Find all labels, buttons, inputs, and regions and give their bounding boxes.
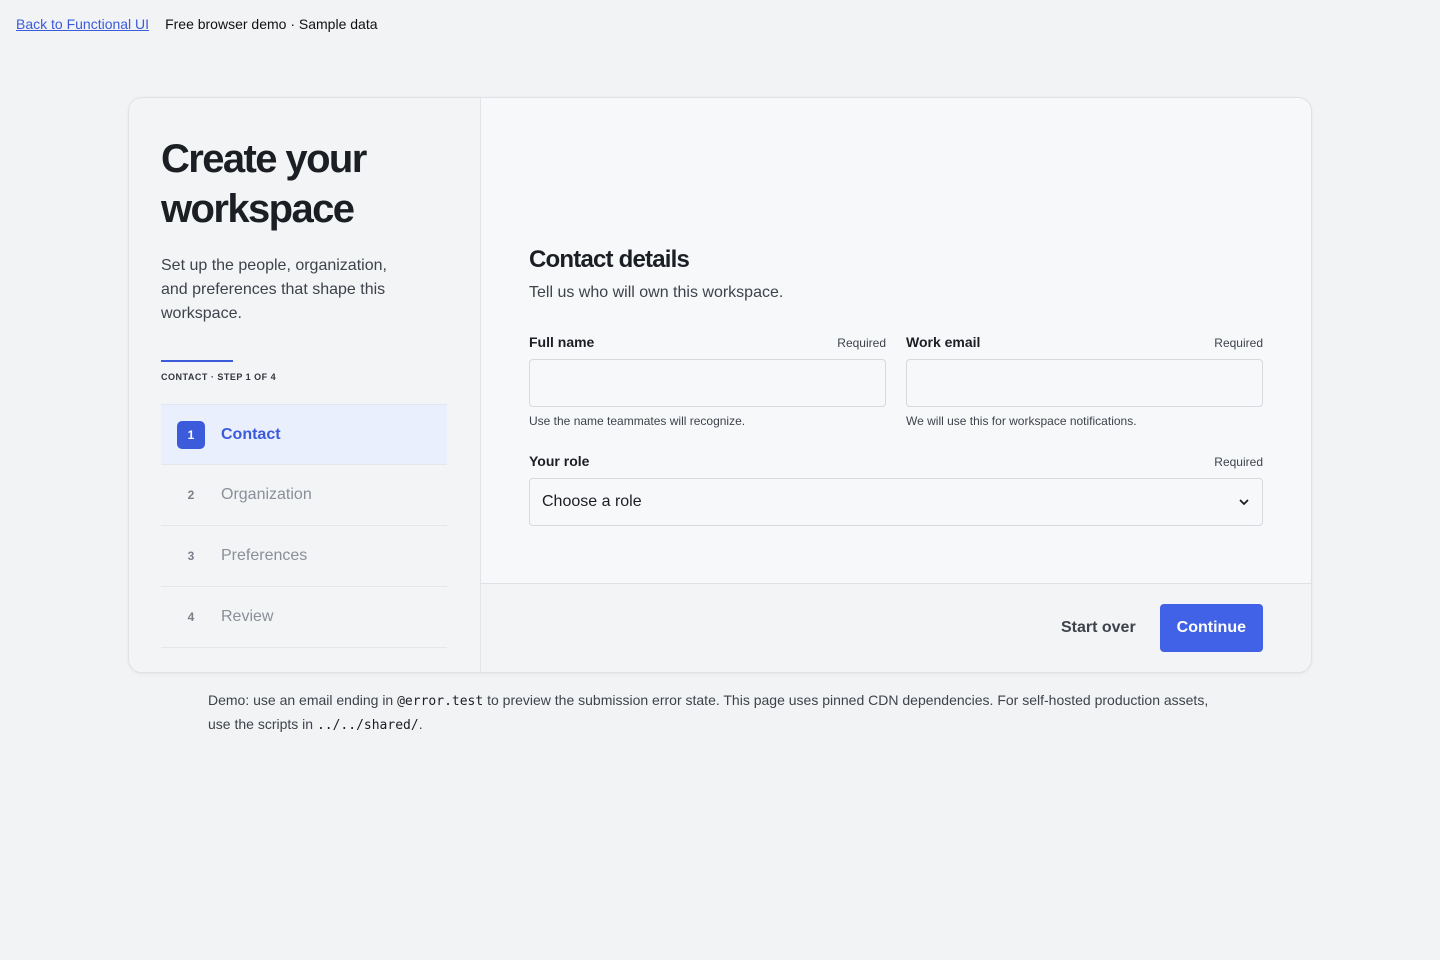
topbar: Back to Functional UI Free browser demo … [16, 16, 378, 32]
demo-note: Demo: use an email ending in @error.test… [208, 689, 1218, 737]
back-link[interactable]: Back to Functional UI [16, 16, 149, 32]
step-review[interactable]: 4 Review [161, 587, 447, 648]
step-label: Review [221, 608, 274, 625]
role-label: Your role [529, 453, 590, 469]
demo-label: Free browser demo · Sample data [165, 16, 378, 32]
note-text: Demo: use an email ending in [208, 692, 398, 708]
wizard-sidebar: Create your workspace Set up the people,… [129, 98, 481, 672]
step-number: 4 [187, 610, 195, 624]
page-subtitle: Set up the people, organization, and pre… [161, 257, 387, 322]
form-subtitle: Tell us who will own this workspace. [529, 284, 784, 301]
step-organization[interactable]: 2 Organization [161, 465, 447, 526]
start-over-button[interactable]: Start over [1061, 619, 1136, 637]
required-indicator: Required [1214, 455, 1263, 469]
note-text: . [418, 716, 423, 732]
step-preferences[interactable]: 3 Preferences [161, 526, 447, 587]
step-label: Organization [221, 486, 312, 503]
full-name-hint: Use the name teammates will recognize. [529, 414, 746, 428]
role-field: Your role Required Choose a role [529, 453, 1263, 526]
work-email-input[interactable] [906, 359, 1263, 407]
step-caption: CONTACT · STEP 1 OF 4 [161, 372, 277, 382]
form-title: Contact details [529, 246, 690, 273]
step-label: Preferences [221, 547, 308, 564]
full-name-input[interactable] [529, 359, 886, 407]
wizard-footer: Start over Continue [481, 584, 1311, 672]
required-indicator: Required [837, 336, 886, 350]
full-name-label: Full name [529, 334, 595, 350]
step-list: 1 Contact 2 Organization 3 Preferences 4… [161, 404, 447, 648]
wizard-main: Contact details Tell us who will own thi… [481, 98, 1311, 672]
work-email-label: Work email [906, 334, 981, 350]
note-code: @error.test [397, 694, 484, 709]
wizard-card: Create your workspace Set up the people,… [128, 97, 1312, 673]
work-email-hint: We will use this for workspace notificat… [906, 414, 1137, 428]
step-number: 2 [187, 488, 195, 502]
work-email-field: Work email Required We will use this for… [906, 334, 1263, 428]
progress-bar [161, 360, 233, 362]
note-code: ../../shared/ [316, 718, 419, 733]
chevron-down-icon [1239, 499, 1249, 505]
required-indicator: Required [1214, 336, 1263, 350]
step-label: Contact [221, 425, 281, 443]
step-number: 3 [187, 549, 195, 563]
role-select[interactable]: Choose a role [529, 478, 1263, 526]
role-selected-value: Choose a role [542, 493, 642, 510]
full-name-field: Full name Required Use the name teammate… [529, 334, 886, 428]
page-title: Create your workspace [161, 137, 367, 231]
contact-form: Contact details Tell us who will own thi… [481, 98, 1311, 584]
step-number: 1 [177, 420, 205, 449]
continue-button[interactable]: Continue [1159, 604, 1263, 652]
name-email-row: Full name Required Use the name teammate… [529, 334, 1263, 428]
step-contact[interactable]: 1 Contact [161, 404, 447, 465]
